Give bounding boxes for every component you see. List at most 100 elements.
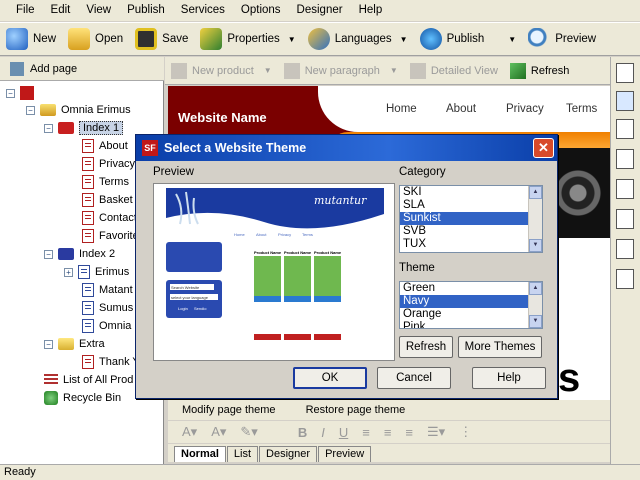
restore-theme-link[interactable]: Restore page theme [306, 404, 406, 416]
refresh-button[interactable]: Refresh [504, 62, 576, 79]
tree-page[interactable]: + Erimus [64, 263, 129, 281]
ok-button[interactable]: OK [293, 367, 367, 389]
dialog-title-bar[interactable]: SF Select a Website Theme [136, 135, 557, 161]
tree-root[interactable]: − [6, 84, 34, 102]
tab-preview[interactable]: Preview [318, 446, 372, 462]
tab-list[interactable]: List [226, 446, 259, 462]
add-page-button[interactable]: Add page [0, 57, 164, 81]
document-icon[interactable] [616, 119, 634, 139]
font-color-icon[interactable]: A▾ [211, 424, 226, 440]
menu-icon[interactable] [616, 239, 634, 259]
tree-page[interactable]: Matant [82, 281, 133, 299]
list-item[interactable]: SVB [400, 225, 542, 238]
highlight-icon[interactable]: ✎▾ [240, 424, 257, 440]
chevron-down-icon[interactable]: ▼ [264, 66, 272, 75]
refresh-button[interactable]: Refresh [399, 336, 453, 358]
list-format-icon[interactable]: ☰▾ [427, 424, 445, 440]
scroll-down-icon[interactable]: ▼ [529, 239, 542, 252]
tree-page[interactable]: Basket [82, 191, 133, 209]
tree-index2[interactable]: − Index 2 [44, 245, 115, 263]
list-item[interactable]: Green [400, 282, 542, 295]
tree-page[interactable]: About [82, 137, 128, 155]
align-right-icon[interactable]: ≡ [405, 425, 413, 440]
bold-icon[interactable]: B [298, 425, 307, 440]
list-item-selected[interactable]: Sunkist [400, 212, 542, 225]
preview-button[interactable]: Preview [522, 24, 602, 54]
scroll-down-icon[interactable]: ▼ [529, 315, 542, 328]
list-item[interactable]: SLA [400, 199, 542, 212]
category-scrollbar[interactable]: ▲ ▼ [528, 186, 542, 252]
menu-services[interactable]: Services [173, 0, 233, 21]
menu-publish[interactable]: Publish [119, 0, 173, 21]
modify-theme-link[interactable]: Modify page theme [182, 404, 276, 416]
save-button[interactable]: Save [129, 24, 194, 54]
text-block-icon[interactable] [616, 269, 634, 289]
chevron-down-icon[interactable]: ▼ [390, 66, 398, 75]
tree-page[interactable]: Contact [82, 209, 137, 227]
properties-dropdown-icon[interactable]: ▼ [288, 35, 296, 44]
scroll-up-icon[interactable]: ▲ [529, 282, 542, 295]
menu-options[interactable]: Options [233, 0, 289, 21]
tree-page[interactable]: Sumus [82, 299, 133, 317]
tree-list-all[interactable]: List of All Prod [44, 371, 133, 389]
tab-normal[interactable]: Normal [174, 446, 226, 462]
new-product-button[interactable]: New product ▼ [165, 62, 278, 79]
collapse-icon[interactable]: − [6, 88, 15, 98]
scroll-up-icon[interactable]: ▲ [529, 186, 542, 199]
collapse-icon[interactable]: − [44, 123, 53, 133]
open-button[interactable]: Open [62, 24, 129, 54]
site-nav-link[interactable]: About [446, 103, 476, 115]
new-paragraph-button[interactable]: New paragraph ▼ [278, 62, 404, 79]
tab-designer[interactable]: Designer [259, 446, 318, 462]
font-icon[interactable]: A▾ [182, 424, 197, 440]
more-icon[interactable]: ⋮ [459, 424, 472, 440]
list-item-selected[interactable]: Navy [400, 295, 542, 308]
menu-view[interactable]: View [78, 0, 119, 21]
italic-icon[interactable]: I [321, 425, 325, 440]
page-icon[interactable] [616, 63, 634, 83]
help-button[interactable]: Help [472, 367, 546, 389]
expand-icon[interactable]: + [64, 267, 73, 277]
site-nav-link[interactable]: Privacy [506, 103, 544, 115]
list-item[interactable]: TUX [400, 238, 542, 251]
properties-button[interactable]: Properties ▼ [194, 24, 301, 54]
theme-scrollbar[interactable]: ▲ ▼ [528, 282, 542, 328]
tree-page[interactable]: Terms [82, 173, 129, 191]
menu-edit[interactable]: Edit [43, 0, 79, 21]
list-item[interactable]: Pink [400, 321, 542, 328]
tree-recycle[interactable]: Recycle Bin [44, 389, 121, 407]
collapse-icon[interactable]: − [44, 249, 53, 259]
site-nav-link[interactable]: Home [386, 103, 417, 115]
close-button[interactable]: ✕ [533, 138, 554, 158]
site-nav-link[interactable]: Terms [566, 103, 597, 115]
tree-index1[interactable]: − Index 1 [44, 119, 124, 137]
globe-page-icon[interactable] [616, 91, 634, 111]
collapse-icon[interactable]: − [26, 105, 35, 115]
copy-page-icon[interactable] [616, 149, 634, 169]
tree-page[interactable]: Omnia [82, 317, 131, 335]
menu-file[interactable]: File [8, 0, 43, 21]
heading-icon[interactable] [616, 209, 634, 229]
languages-button[interactable]: Languages ▼ [302, 24, 414, 54]
table-icon[interactable] [616, 179, 634, 199]
languages-dropdown-icon[interactable]: ▼ [400, 35, 408, 44]
theme-list[interactable]: Green Navy Orange Pink ▲ ▼ [399, 281, 543, 329]
underline-icon[interactable]: U [339, 425, 348, 440]
publish-dropdown-icon[interactable]: ▼ [508, 35, 516, 44]
align-center-icon[interactable]: ≡ [384, 425, 392, 440]
menu-designer[interactable]: Designer [289, 0, 351, 21]
tree-page[interactable]: Thank Y [82, 353, 140, 371]
new-button[interactable]: New [0, 24, 62, 54]
tree-extra[interactable]: − Extra [44, 335, 105, 353]
collapse-icon[interactable]: − [44, 339, 53, 349]
more-themes-button[interactable]: More Themes [458, 336, 542, 358]
tree-page[interactable]: Privacy [82, 155, 135, 173]
detailed-view-button[interactable]: Detailed View [404, 62, 504, 79]
tree-site[interactable]: − Omnia Erimus [26, 101, 131, 119]
align-left-icon[interactable]: ≡ [362, 425, 370, 440]
menu-help[interactable]: Help [351, 0, 391, 21]
category-list[interactable]: SKI SLA Sunkist SVB TUX ▲ ▼ [399, 185, 543, 253]
list-item[interactable]: SKI [400, 186, 542, 199]
list-item[interactable]: Orange [400, 308, 542, 321]
cancel-button[interactable]: Cancel [377, 367, 451, 389]
